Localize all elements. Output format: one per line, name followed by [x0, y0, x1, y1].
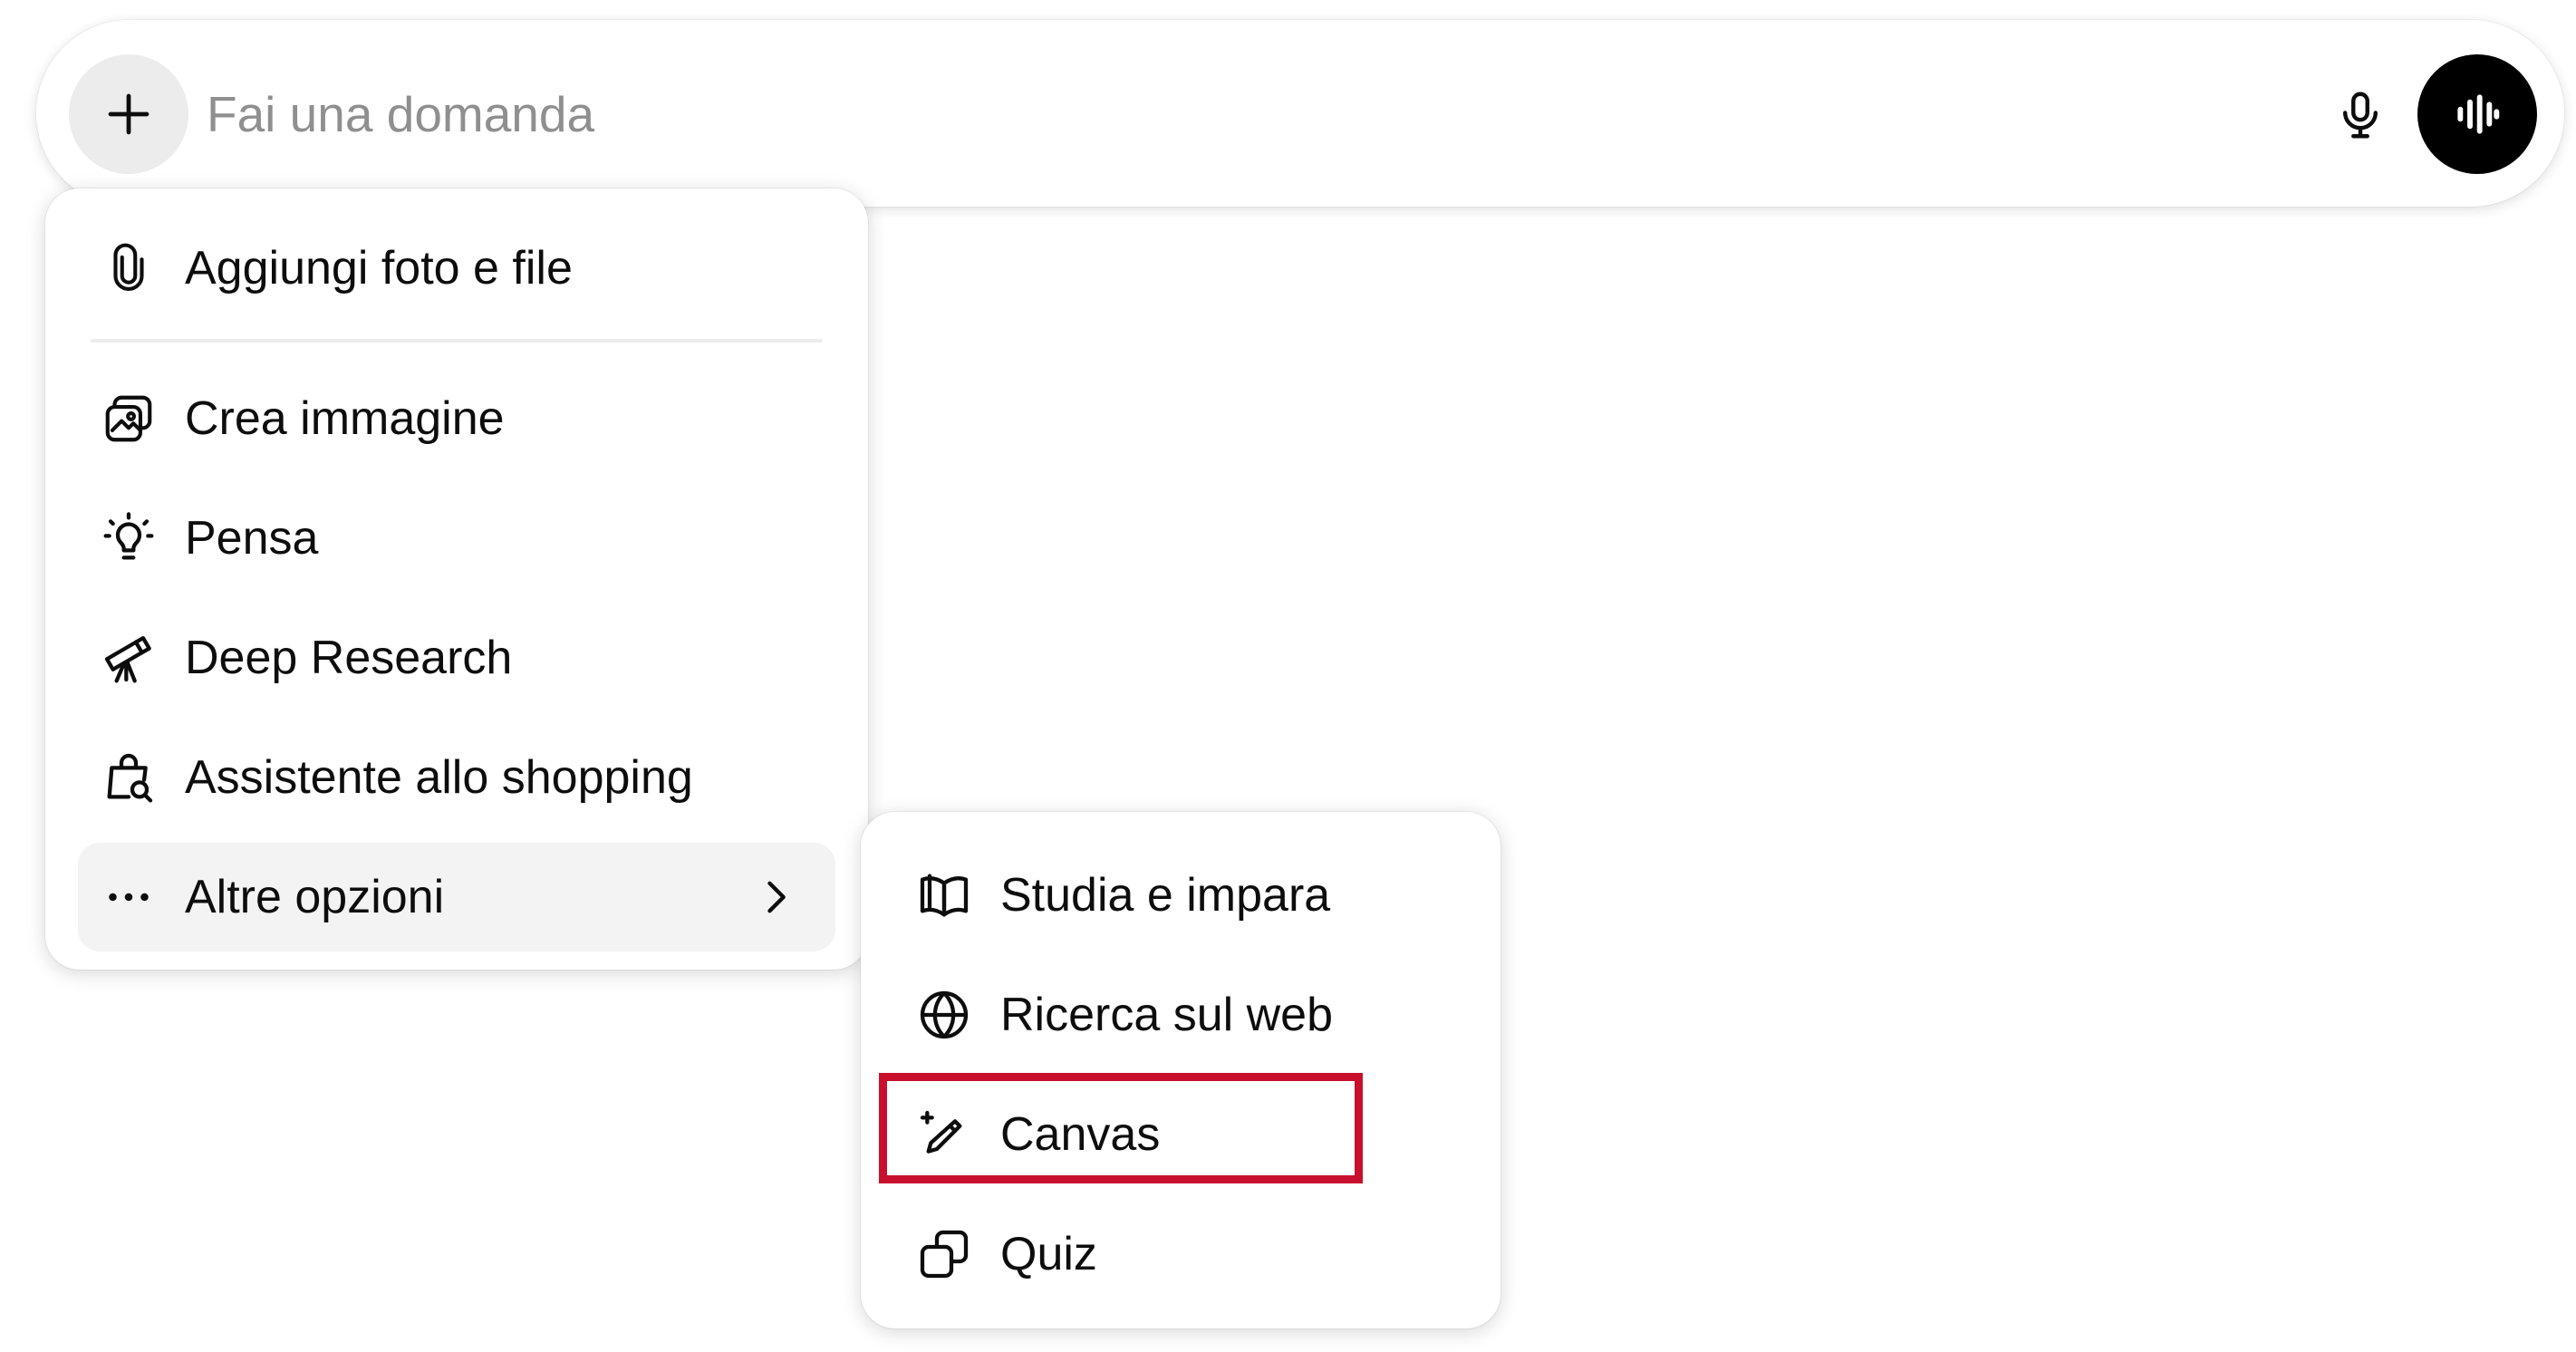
prompt-input[interactable] — [207, 74, 2200, 154]
menu-item-label: Deep Research — [185, 632, 513, 684]
menu-item-more-options[interactable]: Altre opzioni — [78, 843, 835, 951]
dictate-button[interactable] — [2320, 74, 2401, 156]
menu-divider — [91, 339, 823, 343]
plus-icon — [101, 87, 156, 141]
submenu-item-quiz[interactable]: Quiz — [893, 1200, 1468, 1309]
submenu-item-label: Ricerca sul web — [1000, 989, 1334, 1041]
more-options-submenu: Studia e impara Ricerca sul web Canvas Q… — [861, 812, 1500, 1328]
globe-icon — [912, 982, 977, 1048]
telescope-icon — [96, 625, 161, 690]
composer-bar — [36, 20, 2564, 207]
menu-item-add-files[interactable]: Aggiungi foto e file — [78, 214, 835, 323]
voice-waveform-icon — [2448, 85, 2506, 143]
menu-item-label: Pensa — [185, 512, 319, 565]
lightbulb-icon — [96, 506, 161, 571]
more-dots-icon — [96, 864, 161, 930]
book-open-icon — [912, 863, 977, 928]
paperclip-icon — [96, 236, 161, 301]
submenu-item-label: Quiz — [1000, 1228, 1097, 1280]
attach-plus-button[interactable] — [69, 54, 188, 174]
menu-item-shopping-assistant[interactable]: Assistente allo shopping — [78, 723, 835, 832]
submenu-item-web-search[interactable]: Ricerca sul web — [893, 961, 1468, 1069]
menu-item-think[interactable]: Pensa — [78, 484, 835, 593]
menu-item-deep-research[interactable]: Deep Research — [78, 604, 835, 712]
shopping-bag-icon — [96, 745, 161, 810]
chevron-right-icon — [752, 874, 799, 921]
submenu-item-study[interactable]: Studia e impara — [893, 841, 1468, 950]
voice-mode-button[interactable] — [2417, 54, 2537, 174]
menu-item-label: Crea immagine — [185, 392, 505, 445]
submenu-item-label: Studia e impara — [1000, 869, 1331, 922]
canvas-highlight-box — [879, 1073, 1363, 1183]
quiz-cards-icon — [912, 1222, 977, 1287]
chat-screen: Aggiungi foto e file Crea immagine — [0, 0, 2576, 1352]
menu-item-label: Altre opzioni — [185, 871, 445, 923]
menu-item-label: Assistente allo shopping — [185, 751, 693, 804]
image-create-icon — [96, 386, 161, 451]
menu-item-create-image[interactable]: Crea immagine — [78, 364, 835, 473]
attach-menu: Aggiungi foto e file Crea immagine Pensa… — [45, 188, 868, 970]
microphone-icon — [2332, 87, 2388, 143]
menu-item-label: Aggiungi foto e file — [185, 242, 573, 295]
